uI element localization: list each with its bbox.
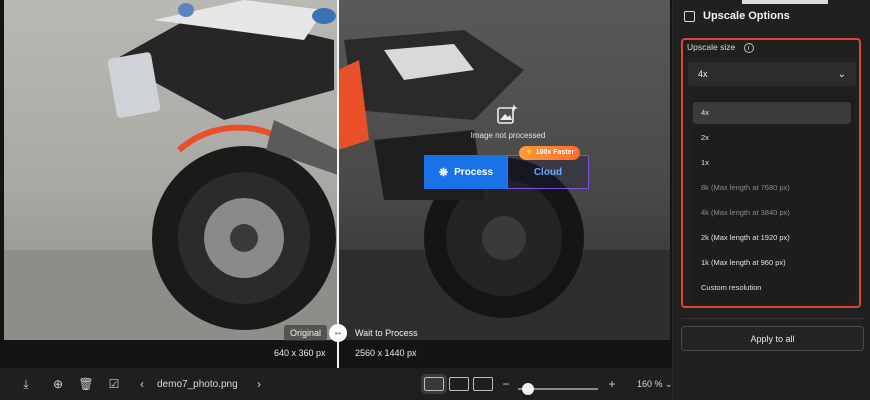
info-icon[interactable]: i — [743, 43, 754, 53]
zoom-slider-thumb[interactable] — [521, 383, 534, 395]
process-button-label: Process — [454, 166, 494, 178]
compare-handle-icon[interactable]: ↔ — [329, 324, 347, 342]
apply-button-label: Apply to all — [750, 333, 795, 344]
wait-to-process-label: Wait to Process — [355, 328, 418, 338]
faster-badge-label: 100x Faster — [535, 149, 575, 156]
download-icon[interactable]: ⤓ — [18, 376, 34, 392]
dropdown-option[interactable]: 4x — [693, 102, 851, 124]
thumbnail-strip — [742, 0, 828, 4]
zoom-out-icon[interactable]: − — [498, 376, 514, 392]
chevron-down-icon: ⌄ — [837, 68, 846, 80]
single-view-icon[interactable] — [473, 377, 493, 391]
upscale-icon — [684, 10, 695, 22]
split-view-icon[interactable] — [421, 374, 447, 394]
panel-header: Upscale Options — [684, 10, 790, 22]
select-all-icon[interactable]: ☑ — [106, 376, 122, 392]
original-dimensions: 640 x 360 px — [274, 348, 326, 358]
panel-title: Upscale Options — [703, 10, 790, 22]
lightning-icon: ⚡ — [525, 149, 534, 156]
process-button[interactable]: ❋ Process — [424, 155, 508, 189]
dropdown-option: 4k (Max length at 3840 px) — [701, 208, 790, 217]
previous-icon[interactable]: ‹ — [134, 376, 150, 392]
dropdown-option[interactable]: Custom resolution — [693, 277, 851, 299]
side-by-side-icon[interactable] — [449, 377, 469, 391]
upscale-size-text: Upscale size — [687, 42, 736, 52]
upscale-size-label: Upscale size i — [687, 42, 754, 53]
preview-canvas: Original Wait to Process ↔ 640 x 360 px … — [0, 0, 672, 368]
upscaler-app: Original Wait to Process ↔ 640 x 360 px … — [0, 0, 870, 400]
dropdown-option[interactable]: 2x — [693, 127, 851, 149]
cloud-button[interactable]: Cloud — [507, 155, 589, 189]
cloud-button-label: Cloud — [533, 166, 563, 178]
image-sparkle-icon — [497, 104, 518, 124]
status-text: Image not processed — [470, 131, 546, 140]
processed-dimensions: 2560 x 1440 px — [355, 348, 417, 358]
faster-badge: ⚡ 100x Faster — [519, 146, 581, 160]
dropdown-option: 8k (Max length at 7680 px) — [701, 183, 790, 192]
zoom-in-icon[interactable]: + — [604, 376, 620, 392]
compare-divider[interactable] — [337, 0, 339, 368]
dropdown-option[interactable]: 1x — [693, 152, 851, 174]
selected-size: 4x — [698, 69, 708, 79]
panel-divider — [681, 318, 864, 319]
zoom-level[interactable]: 160 % ⌄ — [637, 379, 673, 390]
file-name: demo7_photo.png — [157, 379, 238, 390]
original-label: Original — [284, 325, 328, 341]
upscale-size-select[interactable]: 4x ⌄ — [688, 62, 856, 86]
next-icon[interactable]: › — [251, 376, 267, 392]
dropdown-option[interactable]: 2k (Max length at 1920 px) — [693, 227, 851, 249]
apply-to-all-button[interactable]: Apply to all — [681, 326, 864, 351]
bottom-toolbar: ⤓ ⊕ 🗑 ☑ ‹ demo7_photo.png › − + — [0, 368, 672, 400]
trash-icon[interactable]: 🗑 — [78, 376, 94, 392]
add-icon[interactable]: ⊕ — [50, 376, 66, 392]
process-icon: ❋ — [438, 166, 449, 179]
upscale-size-dropdown: 4x 2x 1x 8k (Max length at 7680 px) 4k (… — [693, 96, 855, 303]
zoom-level-value: 160 % — [637, 379, 663, 389]
dropdown-option[interactable]: 1k (Max length at 960 px) — [693, 252, 851, 274]
not-processed-status: Image not processed — [470, 103, 546, 140]
